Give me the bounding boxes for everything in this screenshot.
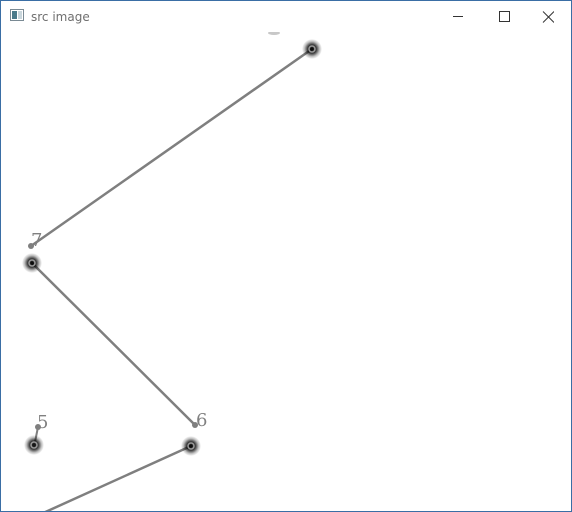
- minimize-button[interactable]: [435, 1, 481, 32]
- point-label-5: 5: [37, 412, 48, 433]
- partial-mark: [268, 32, 280, 35]
- point-label-7: 7: [31, 230, 42, 251]
- title-bar[interactable]: src image: [1, 1, 571, 32]
- maximize-icon: [499, 11, 510, 22]
- segment-bottom: [44, 444, 193, 511]
- keypoint-marker: [24, 435, 44, 455]
- segment-middle: [30, 261, 197, 427]
- point-label-6: 6: [196, 410, 207, 431]
- maximize-button[interactable]: [481, 1, 527, 32]
- image-canvas: 7 6 5: [1, 32, 571, 511]
- drawing-surface: 7 6 5: [22, 32, 322, 511]
- segment-top: [29, 47, 314, 248]
- close-button[interactable]: [525, 1, 571, 32]
- app-window-icon: [10, 9, 24, 21]
- keypoint-marker: [181, 436, 201, 456]
- minimize-icon: [453, 16, 463, 17]
- keypoint-marker: [302, 39, 322, 59]
- keypoint-marker: [22, 253, 42, 273]
- close-icon: [542, 11, 554, 23]
- app-window: src image 7 6 5: [0, 0, 572, 512]
- window-title: src image: [31, 10, 90, 24]
